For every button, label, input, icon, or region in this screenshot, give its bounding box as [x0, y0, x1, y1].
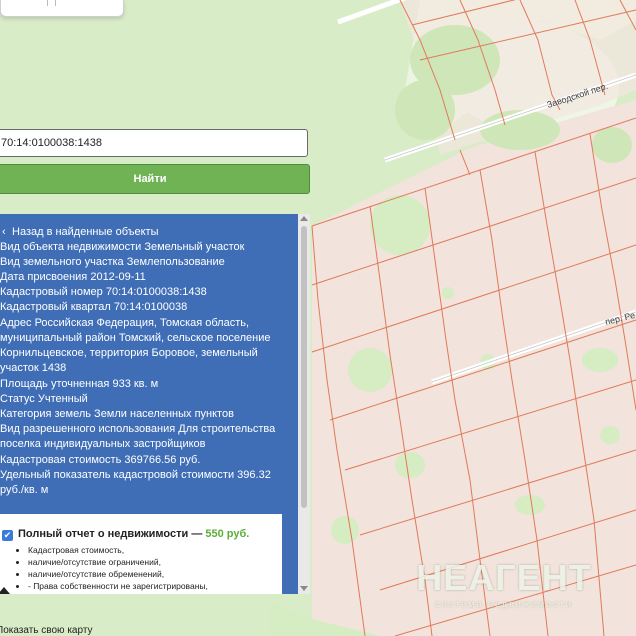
row-label: Дата присвоения	[0, 271, 88, 283]
property-info-panel[interactable]: ‹ Назад в найденные объекты Вид объекта н…	[0, 214, 310, 594]
row-value: Земельный участок	[144, 241, 245, 253]
find-button[interactable]: Найти	[0, 164, 310, 194]
info-row-area: Площадь уточненная 933 кв. м	[0, 377, 287, 392]
row-label: Площадь уточненная	[0, 378, 110, 390]
map-control-card[interactable]	[0, 0, 124, 17]
info-row-address: Адрес Российская Федерация, Томская обла…	[0, 316, 287, 376]
info-row-land-category: Категория земель Земли населенных пункто…	[0, 407, 287, 422]
back-link-label: Назад в найденные объекты	[12, 226, 159, 238]
row-label: Категория земель	[0, 408, 91, 420]
list-item: Кадастровая стоимость,	[28, 544, 208, 556]
info-row-date: Дата присвоения 2012-09-11	[0, 270, 287, 285]
info-row-specific-value: Удельный показатель кадастровой стоимост…	[0, 468, 287, 498]
row-label: Адрес	[0, 317, 32, 329]
cadastral-search-input[interactable]	[0, 129, 308, 157]
panel-scrollbar[interactable]	[298, 214, 310, 594]
row-value: Земли населенных пунктов	[94, 408, 234, 420]
row-label: Кадастровый номер	[0, 286, 103, 298]
row-value: 933 кв. м	[112, 378, 159, 390]
offer-title: Полный отчет о недвижимости — 550 руб.	[18, 528, 249, 540]
row-value: 70:14:0100038	[113, 301, 188, 313]
info-row-status: Статус Учтенный	[0, 392, 287, 407]
row-label: Кадастровая стоимость	[0, 454, 122, 466]
info-row-cadastral-value: Кадастровая стоимость 369766.56 руб.	[0, 453, 287, 468]
row-value: 369766.56 руб.	[124, 454, 201, 466]
back-to-results-link[interactable]: ‹ Назад в найденные объекты	[2, 226, 159, 238]
watermark-subtitle: система недвижимости	[435, 599, 573, 609]
list-item: наличие/отсутствие обременений,	[28, 568, 208, 580]
scroll-down-icon[interactable]	[300, 586, 308, 591]
row-value: 2012-09-11	[90, 271, 146, 283]
checkbox-checked-icon[interactable]: ✔	[2, 530, 13, 541]
info-row-object-type: Вид объекта недвижимости Земельный участ…	[0, 240, 287, 255]
row-label: Вид разрешенного использования	[0, 423, 176, 435]
scroll-thumb[interactable]	[301, 226, 307, 508]
show-own-map-link[interactable]: Показать свою карту	[0, 625, 93, 636]
row-label: Кадастровый квартал	[0, 301, 111, 313]
divider	[47, 0, 48, 6]
info-row-cadastral-number: Кадастровый номер 70:14:0100038:1438	[0, 285, 287, 300]
list-item: наличие/отсутствие ограничений,	[28, 556, 208, 568]
info-row-cadastral-quarter: Кадастровый квартал 70:14:0100038	[0, 300, 287, 315]
offer-price: 550 руб.	[205, 528, 250, 540]
list-item: - Права собственности не зарегистрирован…	[28, 580, 208, 592]
row-value: 70:14:0100038:1438	[105, 286, 207, 298]
divider	[55, 0, 56, 6]
row-label: Статус	[0, 393, 35, 405]
panel-content: ‹ Назад в найденные объекты Вид объекта н…	[0, 214, 292, 594]
watermark-logo: НЕАГЕНТ система недвижимости	[404, 557, 604, 610]
scroll-up-icon[interactable]	[300, 216, 308, 221]
info-row-permitted-use: Вид разрешенного использования Для строи…	[0, 422, 287, 452]
row-value: Российская Федерация, Томская область, м…	[0, 317, 271, 374]
full-report-offer[interactable]: ✔ Полный отчет о недвижимости — 550 руб.…	[0, 514, 282, 594]
info-row-land-type: Вид земельного участка Землепользование	[0, 255, 287, 270]
back-arrow-icon: ‹	[2, 226, 6, 238]
offer-items-list: Кадастровая стоимость, наличие/отсутстви…	[14, 544, 208, 592]
offer-title-text: Полный отчет о недвижимости —	[18, 528, 203, 540]
collapse-panel-icon[interactable]	[0, 587, 10, 594]
row-label: Удельный показатель кадастровой стоимост…	[0, 469, 235, 481]
row-value: Землепользование	[126, 256, 225, 268]
row-label: Вид земельного участка	[0, 256, 124, 268]
row-label: Вид объекта недвижимости	[0, 241, 142, 253]
watermark-brand: НЕАГЕНТ	[416, 557, 592, 598]
row-value: Учтенный	[37, 393, 88, 405]
